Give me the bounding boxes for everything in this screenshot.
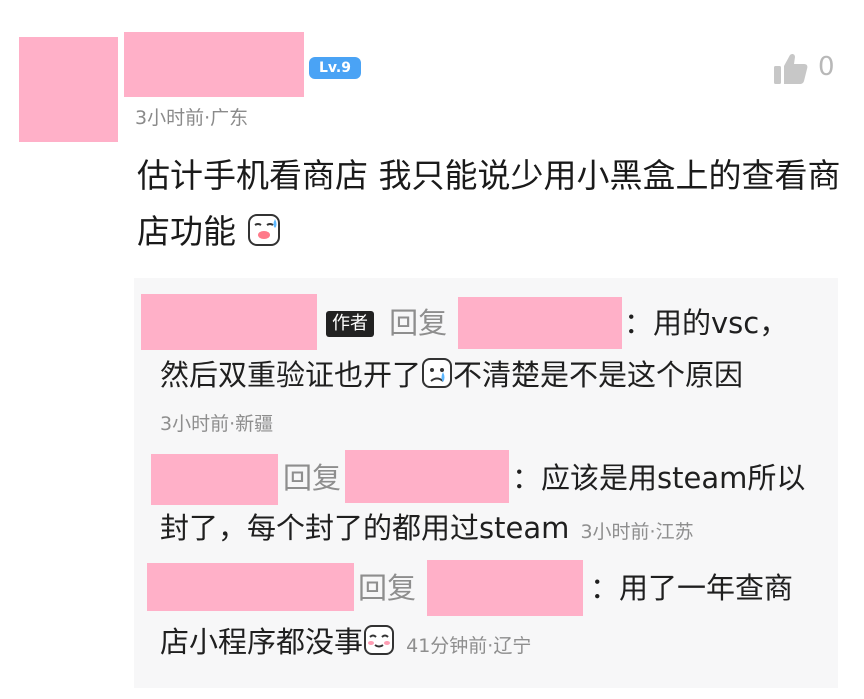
reply-2-text-a: ：应该是用steam所以 [512, 461, 806, 495]
like-count: 0 [818, 52, 835, 82]
reply-1-line-2: 然后双重验证也开了 不清楚是不是这个原因 [160, 350, 830, 404]
comment-text: 估计手机看商店 我只能说少用小黑盒上的查看商店功能 [137, 148, 847, 264]
reply-3-text-b: 店小程序都没事 [160, 625, 364, 659]
reply-author[interactable] [141, 294, 317, 350]
username[interactable] [124, 32, 304, 97]
author-tag: 作者 [326, 311, 374, 337]
reply-1-meta: 3小时前·新疆 [160, 413, 274, 435]
comment-body: 估计手机看商店 我只能说少用小黑盒上的查看商店功能 [137, 156, 841, 251]
reply-target-user[interactable] [458, 297, 622, 349]
reply-2-line-2: 封了，每个封了的都用过steam 3小时前·江苏 [160, 503, 830, 553]
reply-1-text-c: 不清楚是不是这个原因 [453, 358, 744, 392]
sweat-emoji-icon [247, 208, 281, 264]
reply-1-text-a: ：用的vsc， [624, 306, 789, 340]
comment-time-location: 3小时前·广东 [135, 107, 249, 129]
reply-2-meta: 3小时前·江苏 [580, 521, 694, 543]
reply-3-meta: 41分钟前·辽宁 [406, 635, 532, 657]
thumbs-up-icon [774, 53, 808, 84]
reply-3-text-a: ：用了一年查商 [590, 571, 794, 605]
reply-target-user[interactable] [427, 560, 583, 616]
crying-emoji-icon [421, 354, 453, 404]
reply-author[interactable] [151, 454, 278, 505]
reply-word: 回复 [358, 571, 417, 605]
reply-2-text-b: 封了，每个封了的都用过steam [160, 511, 570, 545]
reply-word: 回复 [389, 306, 448, 340]
level-badge: Lv.9 [309, 57, 361, 79]
reply-3-line-2: 店小程序都没事 41分钟前·辽宁 [160, 617, 830, 667]
shy-emoji-icon [363, 624, 395, 660]
reply-target-user[interactable] [345, 450, 509, 503]
reply-1-text-b: 然后双重验证也开了 [160, 358, 422, 392]
reply-word: 回复 [283, 461, 342, 495]
reply-author[interactable] [147, 563, 354, 611]
avatar[interactable] [19, 37, 118, 142]
